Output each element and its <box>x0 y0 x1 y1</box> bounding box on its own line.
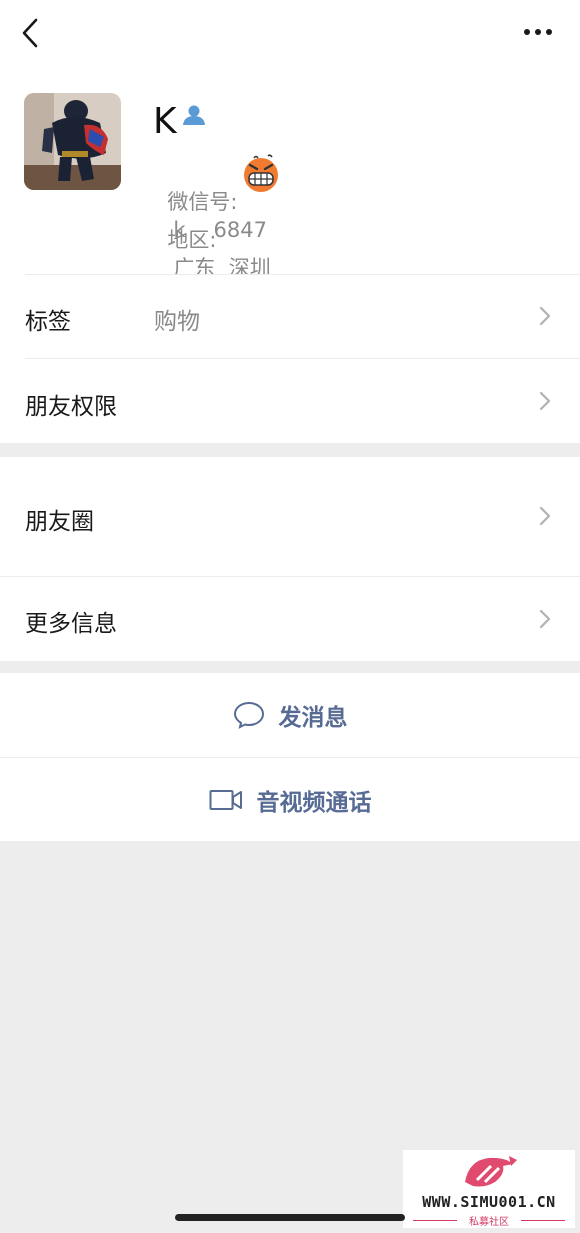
region-label: 地区: <box>167 228 217 252</box>
video-camera-icon <box>209 789 242 810</box>
chevron-right-icon <box>539 609 551 629</box>
avatar[interactable] <box>24 93 121 190</box>
region: 地区: 广东 深圳 <box>154 198 270 282</box>
chevron-right-icon <box>539 306 551 326</box>
more-info-row[interactable]: 更多信息 <box>0 577 580 661</box>
contact-person-icon <box>183 105 205 125</box>
watermark-url: WWW.SIMU001.CN <box>422 1193 556 1211</box>
tags-value: 购物 <box>154 309 200 335</box>
moments-label: 朋友圈 <box>25 509 94 535</box>
watermark-line <box>521 1220 565 1221</box>
more-info-label: 更多信息 <box>25 611 117 637</box>
divider <box>25 358 580 359</box>
send-message-button[interactable]: 发消息 <box>0 673 580 757</box>
back-icon[interactable] <box>18 16 42 50</box>
chevron-right-icon <box>539 506 551 526</box>
more-options-icon[interactable] <box>520 22 556 42</box>
grimace-emoji-icon <box>244 154 278 192</box>
video-call-button[interactable]: 音视频通话 <box>0 758 580 841</box>
permissions-label: 朋友权限 <box>25 394 117 420</box>
chevron-right-icon <box>539 391 551 411</box>
watermark: WWW.SIMU001.CN 私募社区 <box>403 1150 575 1228</box>
contact-name: K <box>153 101 177 142</box>
spiderman-figure-avatar <box>24 93 121 190</box>
tags-row[interactable]: 标签 购物 <box>0 275 580 358</box>
divider <box>25 576 580 577</box>
send-message-label: 发消息 <box>278 705 348 731</box>
divider <box>0 757 580 758</box>
permissions-row[interactable]: 朋友权限 <box>0 359 580 443</box>
simu-logo-icon <box>465 1156 517 1187</box>
home-indicator[interactable] <box>175 1214 405 1221</box>
video-call-label: 音视频通话 <box>256 789 372 816</box>
chat-bubble-icon <box>233 701 264 729</box>
moments-row[interactable]: 朋友圈 <box>0 457 580 576</box>
tags-label: 标签 <box>25 309 71 335</box>
